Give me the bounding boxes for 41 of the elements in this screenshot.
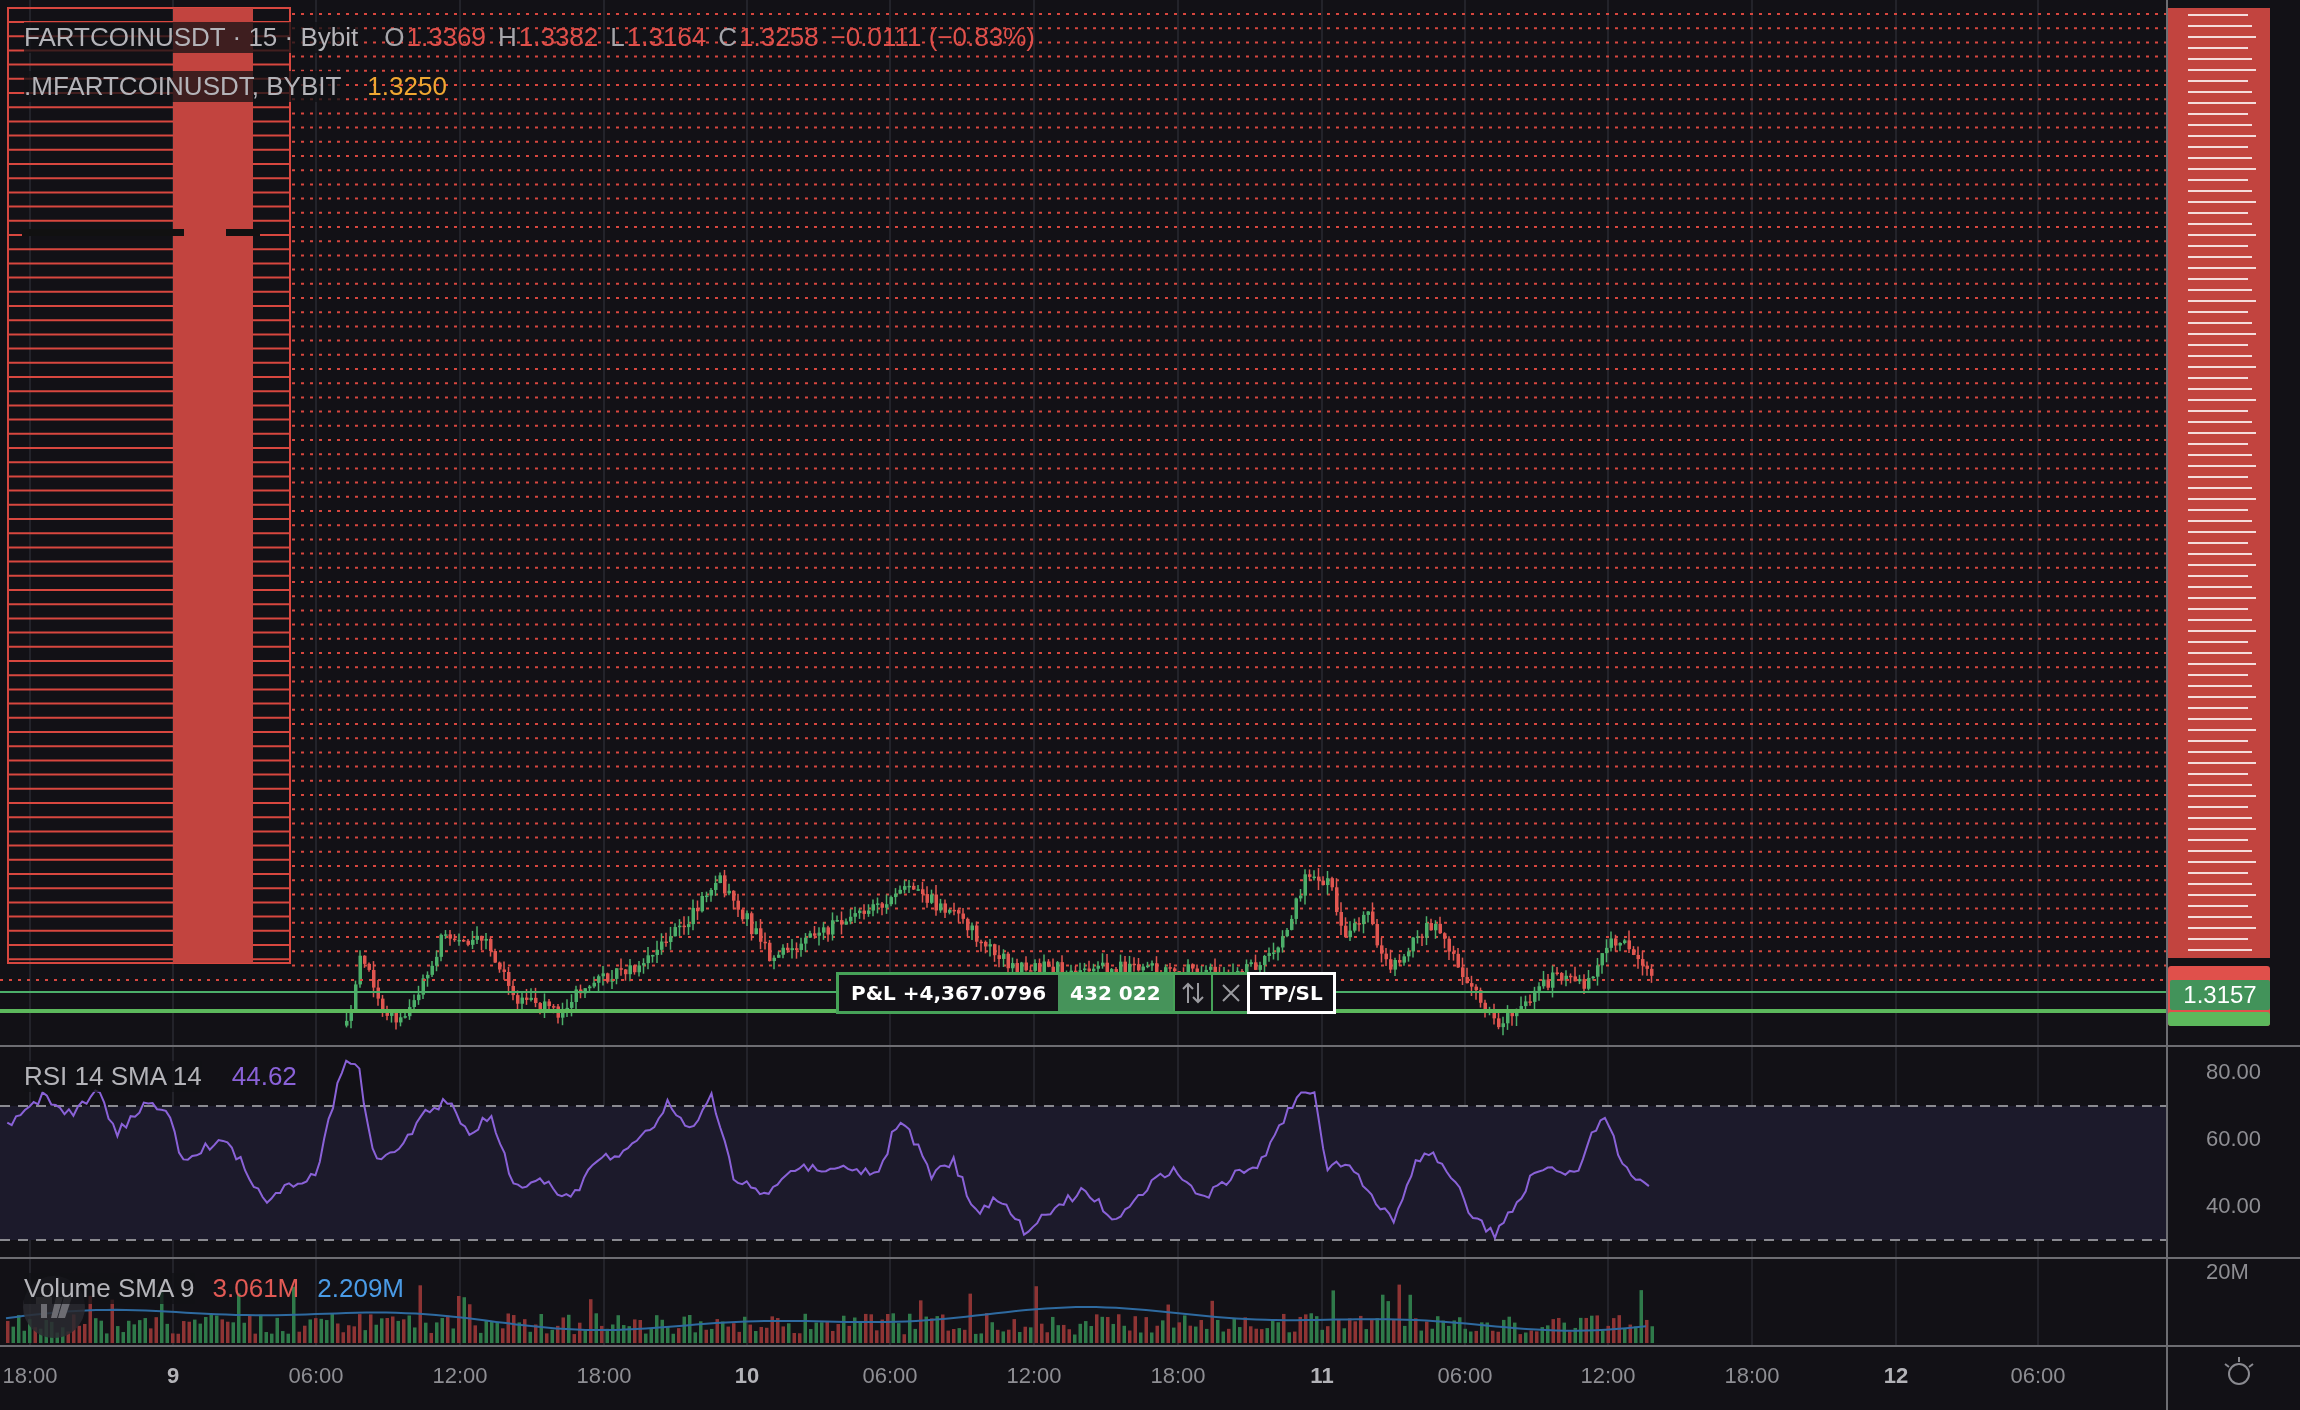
time-label: 11: [1310, 1363, 1334, 1389]
time-label: 10: [734, 1363, 760, 1389]
indicator-title: .MFARTCOINUSDT, BYBIT: [24, 71, 342, 102]
rsi-tick: 80.00: [2206, 1059, 2262, 1085]
tpsl-button[interactable]: TP/SL: [1247, 972, 1336, 1014]
time-label: 12:00: [1580, 1363, 1636, 1389]
ohlc-label: C: [718, 22, 738, 52]
time-label: 18:00: [1150, 1363, 1206, 1389]
last-price-label: 1.3157: [2170, 980, 2270, 1010]
time-label: 06:00: [862, 1363, 918, 1389]
time-label: 9: [166, 1363, 180, 1389]
ohlc-value: 1.3382: [518, 22, 599, 52]
ohlc-value: 1.3369: [406, 22, 486, 52]
time-label: 06:00: [288, 1363, 344, 1389]
time-label: 06:00: [2010, 1363, 2066, 1389]
rsi-title: RSI 14 SMA 14: [24, 1061, 202, 1092]
time-label: 12:00: [432, 1363, 488, 1389]
ohlc-value: 1.3258: [739, 22, 819, 52]
ohlc-label: O: [384, 22, 405, 52]
time-label: 18:00: [2, 1363, 58, 1389]
pnl-label: P&L +4,367.0796: [850, 980, 1048, 1007]
time-label: 18:00: [1724, 1363, 1780, 1389]
symbol-title: FARTCOINUSDT · 15 · Bybit: [24, 22, 359, 53]
volume-title: Volume SMA 9: [24, 1273, 195, 1304]
volume-value: 2.209M: [317, 1273, 404, 1304]
time-label: 18:00: [576, 1363, 632, 1389]
time-label: 12: [1883, 1363, 1909, 1389]
ohlc-label: L: [610, 22, 625, 52]
ohlc-value: 1.3164: [626, 22, 707, 52]
time-label: 12:00: [1006, 1363, 1062, 1389]
volume-value: 3.061M: [212, 1273, 300, 1304]
close-icon: [1219, 982, 1242, 1004]
rsi-tick: 40.00: [2206, 1193, 2262, 1219]
quantity-label: 432 022: [1058, 975, 1173, 1011]
ohlc-label: H: [498, 22, 517, 52]
rsi-value: 44.62: [231, 1061, 297, 1092]
volume-tick: 20M: [2206, 1259, 2249, 1285]
time-label: 06:00: [1437, 1363, 1493, 1389]
rsi-tick: 60.00: [2206, 1126, 2262, 1152]
price-change: −0.0111 (−0.83%): [830, 22, 1035, 53]
indicator-value: 1.3250: [367, 71, 447, 102]
